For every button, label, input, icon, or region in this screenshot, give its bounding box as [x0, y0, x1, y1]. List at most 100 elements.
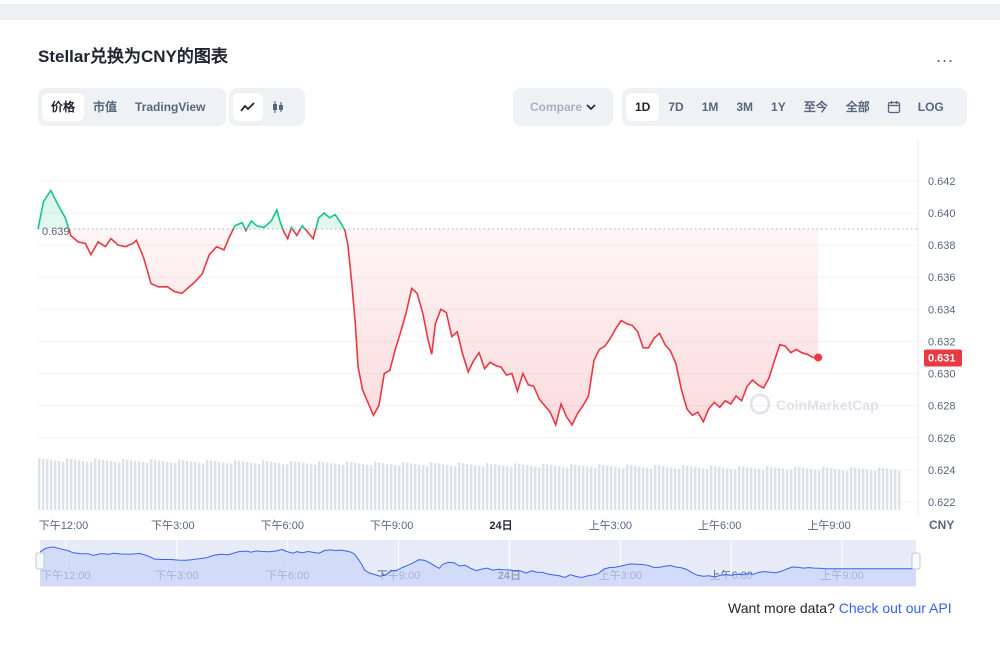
- volume-bar: [478, 465, 481, 510]
- volume-bar: [806, 468, 809, 510]
- volume-bar: [154, 459, 157, 510]
- volume-bar: [486, 463, 489, 510]
- volume-bar: [374, 461, 377, 510]
- volume-bar: [854, 467, 857, 510]
- volume-bar: [814, 469, 817, 510]
- volume-bar: [694, 467, 697, 510]
- volume-bar: [654, 464, 657, 510]
- volume-bar: [142, 462, 145, 510]
- volume-bar: [314, 464, 317, 510]
- volume-bar: [746, 467, 749, 510]
- x-tick-label: 下午9:00: [370, 519, 413, 532]
- y-tick-label: 0.622: [928, 497, 956, 509]
- volume-bar: [386, 463, 389, 510]
- volume-bar: [322, 461, 325, 510]
- volume-bar: [586, 466, 589, 510]
- x-tick-label: 下午3:00: [151, 519, 194, 532]
- volume-bar: [790, 470, 793, 510]
- volume-bar: [502, 465, 505, 510]
- volume-bar: [214, 461, 217, 510]
- volume-bar: [498, 464, 501, 510]
- navigator-handle-grip[interactable]: [911, 552, 921, 570]
- volume-bar: [758, 469, 761, 510]
- volume-bar: [734, 469, 737, 510]
- watermark-logo: CoinMarketCap: [749, 393, 879, 415]
- volume-bar: [674, 468, 677, 510]
- volume-bar: [66, 458, 69, 510]
- y-tick-label: 0.642: [928, 176, 956, 188]
- volume-bar: [686, 465, 689, 510]
- volume-bar: [598, 464, 601, 510]
- volume-bar: [250, 462, 253, 510]
- range-navigator[interactable]: 下午12:00下午3:00下午6:00下午9:0024日上午3:00上午6:00…: [35, 540, 921, 587]
- volume-bar: [566, 467, 569, 510]
- volume-bar: [574, 464, 577, 510]
- volume-bar: [234, 460, 237, 510]
- volume-bar: [706, 469, 709, 510]
- volume-bar: [74, 459, 77, 510]
- volume-bar: [494, 464, 497, 510]
- volume-bar: [290, 460, 293, 510]
- volume-bar: [158, 460, 161, 510]
- volume-bar: [826, 467, 829, 510]
- volume-bar: [754, 468, 757, 510]
- volume-bar: [678, 468, 681, 510]
- last-price-label: 0.631: [928, 352, 956, 364]
- volume-bar: [474, 465, 477, 510]
- volume-bar: [398, 465, 401, 510]
- y-tick-label: 0.634: [928, 304, 956, 316]
- volume-bar: [370, 465, 373, 510]
- volume-bar: [894, 470, 897, 510]
- navigator-handle-grip[interactable]: [35, 552, 45, 570]
- volume-bar: [406, 462, 409, 510]
- volume-bar: [282, 463, 285, 510]
- volume-bar: [190, 461, 193, 510]
- volume-bar: [202, 463, 205, 510]
- volume-bar: [118, 462, 121, 510]
- api-link[interactable]: Check out our API: [839, 600, 952, 616]
- x-tick-label: 上午9:00: [807, 519, 850, 532]
- y-tick-label: 0.626: [928, 433, 956, 445]
- volume-bar: [162, 461, 165, 510]
- volume-bar: [410, 463, 413, 510]
- price-chart[interactable]: 0.639 CoinMarketCap 0.631 0.642 0.640 0.63…: [0, 0, 1000, 650]
- volume-bar: [606, 465, 609, 510]
- volume-bar: [378, 462, 381, 510]
- volume-bar: [210, 460, 213, 510]
- volume-bar: [278, 463, 281, 510]
- volume-bar: [318, 461, 321, 510]
- volume-bar: [258, 464, 261, 510]
- volume-bar: [622, 468, 625, 510]
- navigator-handle[interactable]: [35, 552, 45, 570]
- volume-bar: [762, 469, 765, 510]
- volume-bar: [466, 464, 469, 510]
- volume-bar: [226, 463, 229, 510]
- volume-bar: [238, 460, 241, 510]
- volume-bar: [770, 466, 773, 510]
- volume-bar: [346, 461, 349, 510]
- volume-bar: [114, 461, 117, 510]
- volume-bar: [874, 471, 877, 510]
- volume-bar: [630, 465, 633, 510]
- navigator-handle[interactable]: [911, 552, 921, 570]
- x-tick-label: 下午12:00: [39, 519, 89, 532]
- volume-bar: [610, 466, 613, 510]
- volume-bar: [334, 463, 337, 510]
- price-area-down: [68, 229, 819, 425]
- volume-bar: [650, 468, 653, 510]
- watermark-text: CoinMarketCap: [776, 397, 879, 413]
- volume-bar: [362, 464, 365, 510]
- volume-bar: [358, 463, 361, 510]
- volume-bar: [546, 464, 549, 510]
- y-tick-label: 0.630: [928, 369, 956, 381]
- volume-bar: [254, 463, 257, 510]
- volume-bar: [722, 467, 725, 510]
- volume-bar: [538, 467, 541, 510]
- x-tick-label: 下午6:00: [261, 519, 304, 532]
- volume-bar: [122, 458, 125, 510]
- volume-bar: [218, 461, 221, 510]
- volume-bar: [446, 464, 449, 510]
- volume-bar: [634, 465, 637, 510]
- volume-bar: [38, 458, 41, 510]
- volume-bar: [294, 461, 297, 510]
